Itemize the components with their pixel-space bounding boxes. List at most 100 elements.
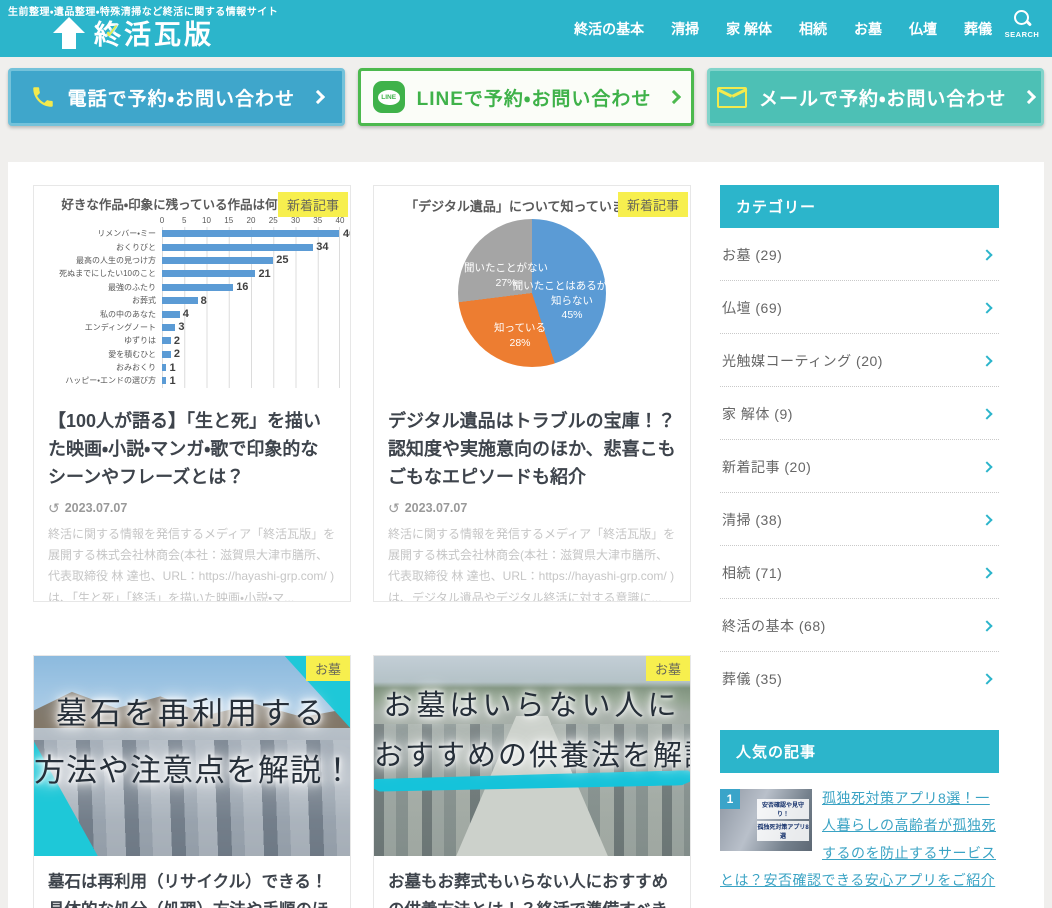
- category-badge-grave[interactable]: お墓: [305, 656, 350, 682]
- category-item-8[interactable]: 終活の基本 (68): [720, 599, 999, 652]
- new-article-badge[interactable]: 新着記事: [617, 192, 688, 217]
- bar-category-label: ハッピー・エンドの選び方: [65, 376, 156, 386]
- phone-icon: [32, 87, 53, 107]
- bar-category-label: お葬式: [132, 296, 156, 306]
- phone-contact-button[interactable]: 電話で予約・お問い合わせ: [8, 68, 345, 126]
- bar-plot: 1: [162, 374, 340, 389]
- bar-plot: 4: [162, 307, 340, 322]
- chevron-right-icon: [981, 408, 993, 420]
- bar: [162, 256, 274, 264]
- article-1-title[interactable]: 【100人が語る】「生と死」を描いた映画・小説・マンガ・歌で印象的なシーンやフレ…: [34, 396, 350, 496]
- article-1-meta: ↺ 2023.07.07: [34, 496, 350, 517]
- article-3-title[interactable]: 墓石は再利用（リサイクル）できる！具体的な処分（処理）方法や手順のほか、注意点も…: [34, 856, 350, 908]
- nav-item-6[interactable]: 仏壇: [909, 19, 937, 39]
- category-label: 清掃 (38): [722, 512, 783, 528]
- bar-category-label: 最高の人生の見つけ方: [76, 255, 156, 265]
- mail-contact-label: メールで予約・お問い合わせ: [758, 88, 1007, 110]
- bar-row: 死ぬまでにしたい10のこと 21: [44, 267, 340, 281]
- category-item-5[interactable]: 新着記事 (20): [720, 440, 999, 493]
- pie-chart-area: 聞いたことはあるが よく知らない 45% 知っている 28% 聞いたことがない 27%: [384, 219, 680, 375]
- category-label: 相続 (71): [722, 565, 783, 581]
- chevron-right-icon: [981, 355, 993, 367]
- popular-item-1[interactable]: 1 安否確認や見守り！ 孤独死対策アプリ8選 孤独死対策アプリ8選！一人暮らしの…: [720, 773, 999, 904]
- bar: [162, 310, 180, 318]
- mail-contact-button[interactable]: メールで予約・お問い合わせ: [707, 68, 1045, 126]
- photo-overlay-line: お墓はいらない人に: [383, 688, 681, 723]
- main-nav: 終活の基本 清掃 家 解体 相続 お墓 仏壇 葬儀: [574, 0, 992, 57]
- pie-slice-label: 知っている 28%: [494, 322, 546, 349]
- category-item-2[interactable]: 仏壇 (69): [720, 281, 999, 334]
- bar-row: 最強のふたり 16: [44, 280, 340, 295]
- chevron-right-icon: [981, 514, 993, 526]
- search-label: SEARCH: [1004, 30, 1040, 39]
- search-button[interactable]: SEARCH: [1002, 10, 1042, 39]
- site-logo[interactable]: 終活瓦版 ✓: [52, 13, 214, 52]
- article-1-image: 新着記事 好きな作品・印象に残っている作品は何ですか? 0 5 10 15 20 25 30…: [34, 186, 350, 396]
- bar: [162, 270, 256, 278]
- category-item-4[interactable]: 家 解体 (9): [720, 387, 999, 440]
- article-2-image: 新着記事 「デジタル遺品」について知っていますか? 聞いたことはあるが よく知ら…: [374, 186, 690, 396]
- axis-tick: 0: [159, 216, 165, 225]
- bar-row: おみおくり 1: [44, 360, 340, 375]
- bar-category-label: エンディングノート: [84, 322, 156, 332]
- article-4-title[interactable]: お墓もお葬式もいらない人におすすめの供養方法とは！？終活で準備すべきことや注意点…: [374, 856, 690, 908]
- axis-tick: 5: [182, 216, 187, 225]
- nav-item-2[interactable]: 清掃: [671, 19, 699, 39]
- nav-item-1[interactable]: 終活の基本: [574, 19, 644, 39]
- bar-value-label: 16: [236, 281, 249, 294]
- article-card-1[interactable]: 新着記事 好きな作品・印象に残っている作品は何ですか? 0 5 10 15 20 25 30…: [33, 185, 351, 602]
- bar-value-label: 2: [173, 348, 181, 361]
- category-item-6[interactable]: 清掃 (38): [720, 493, 999, 546]
- popular-thumbnail-1: 1 安否確認や見守り！ 孤独死対策アプリ8選: [720, 789, 812, 851]
- article-2-title[interactable]: デジタル遺品はトラブルの宝庫！？認知度や実施意向のほか、悲喜こもごもなエピソード…: [374, 396, 690, 496]
- pie-slice-label: 聞いたことがない 27%: [464, 262, 548, 289]
- photo-overlay-line: 墓石を再利用する: [56, 696, 328, 733]
- category-item-9[interactable]: 葬儀 (35): [720, 652, 999, 704]
- category-item-7[interactable]: 相続 (71): [720, 546, 999, 599]
- bar: [162, 364, 167, 372]
- bar-category-label: リメンバー・ミー: [97, 229, 156, 239]
- update-icon: ↺: [48, 499, 60, 516]
- main-panel: 新着記事 好きな作品・印象に残っている作品は何ですか? 0 5 10 15 20 25 30…: [8, 162, 1044, 908]
- chevron-right-icon: [310, 89, 326, 105]
- article-card-2[interactable]: 新着記事 「デジタル遺品」について知っていますか? 聞いたことはあるが よく知ら…: [373, 185, 691, 602]
- bar-row: 私の中のあなた 4: [44, 307, 340, 322]
- bar-chart-axis: 0 5 10 15 20 25 30 35 40: [159, 216, 345, 227]
- line-contact-button[interactable]: LINE LINEで予約・お問い合わせ: [357, 68, 695, 126]
- category-badge-grave[interactable]: お墓: [645, 656, 690, 682]
- rank-badge: 1: [720, 789, 740, 809]
- chevron-right-icon: [981, 673, 993, 685]
- bar-category-label: 死ぬまでにしたい10のこと: [59, 269, 156, 279]
- nav-item-7[interactable]: 葬儀: [964, 19, 992, 39]
- bar-chart-rows: リメンバー・ミー40おくりびと34最高の人生の見つけ方25死ぬまでにしたい10の…: [44, 227, 350, 389]
- nav-item-5[interactable]: お墓: [854, 19, 882, 39]
- category-item-3[interactable]: 光触媒コーティング (20): [720, 334, 999, 387]
- category-item-1[interactable]: お墓 (29): [720, 228, 999, 281]
- bar-row: ゆずりは 2: [44, 334, 340, 348]
- bar-row: リメンバー・ミー 40: [44, 227, 350, 241]
- bar-row: おくりびと 34: [44, 240, 340, 255]
- axis-tick: 10: [202, 216, 211, 225]
- bar-category-label: ゆずりは: [124, 336, 156, 346]
- axis-tick: 15: [224, 216, 234, 225]
- article-card-4[interactable]: お墓 お墓はいらない人に おすすめの供養法を解説 お墓もお葬式もいらない人におす…: [373, 655, 691, 908]
- bar: [162, 337, 171, 345]
- new-article-badge[interactable]: 新着記事: [277, 192, 348, 217]
- nav-item-3[interactable]: 家 解体: [726, 19, 772, 39]
- bar-plot: 2: [162, 334, 340, 348]
- article-3-image: お墓 墓石を再利用する 方法や注意点を解説！: [34, 656, 350, 857]
- category-label: 家 解体 (9): [722, 406, 793, 422]
- nav-item-4[interactable]: 相続: [799, 19, 827, 39]
- sidebar: カテゴリー お墓 (29) 仏壇 (69) 光触媒コーティング (20) 家 解体 (…: [720, 185, 1022, 908]
- bar-value-label: 34: [316, 241, 329, 254]
- article-card-3[interactable]: お墓 墓石を再利用する 方法や注意点を解説！ 墓石は再利用（リサイクル）できる！…: [33, 655, 351, 908]
- chevron-right-icon: [667, 89, 682, 105]
- cta-row: 電話で予約・お問い合わせ LINE LINEで予約・お問い合わせ メールで予約・…: [8, 68, 1045, 126]
- bar: [162, 350, 171, 358]
- mail-icon: [716, 86, 747, 108]
- bar-value-label: 40: [343, 227, 350, 240]
- axis-tick: 40: [335, 216, 345, 225]
- bar-row: ハッピー・エンドの選び方 1: [44, 374, 340, 389]
- article-2-meta: ↺ 2023.07.07: [374, 496, 690, 517]
- category-label: 終活の基本 (68): [722, 618, 826, 634]
